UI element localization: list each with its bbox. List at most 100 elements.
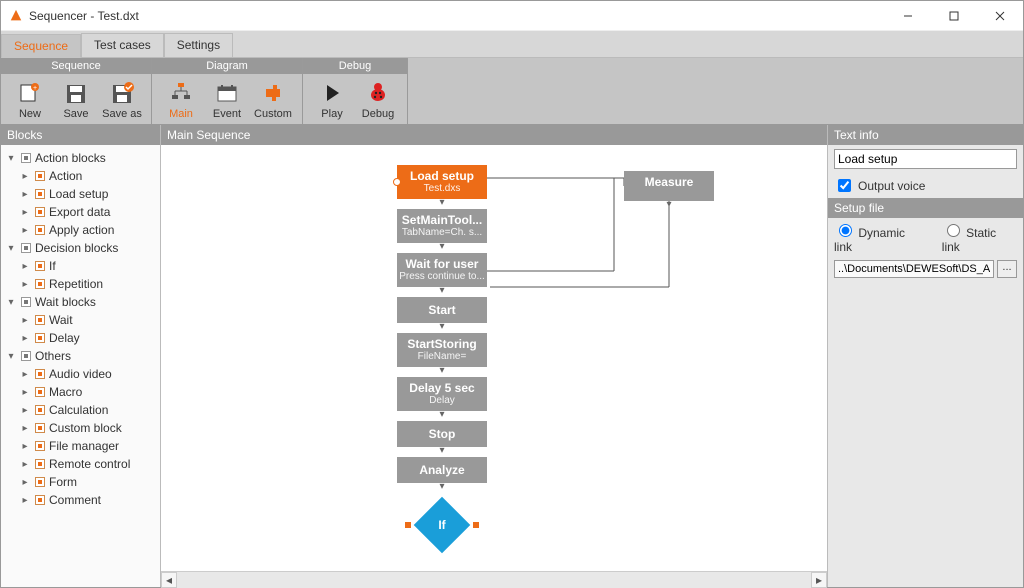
flow-node-wait-for-user[interactable]: Wait for userPress continue to...▾	[397, 253, 487, 287]
flow-node-setmaintool-[interactable]: SetMainTool...TabName=Ch. s...▾	[397, 209, 487, 243]
tree-item-action[interactable]: ▸Action	[1, 167, 160, 185]
ribbon-item-label: Save	[63, 108, 88, 120]
horizontal-scrollbar[interactable]: ◂ ▸	[161, 571, 827, 587]
saveas-icon	[108, 80, 136, 106]
expand-icon[interactable]: ▸	[19, 207, 31, 218]
selection-handle-icon[interactable]	[393, 178, 401, 186]
custom-button[interactable]: Custom	[250, 78, 296, 122]
tree-item-file-manager[interactable]: ▸File manager	[1, 437, 160, 455]
tree-item-macro[interactable]: ▸Macro	[1, 383, 160, 401]
flow-node-analyze[interactable]: Analyze▾	[397, 457, 487, 483]
expand-icon[interactable]: ▸	[19, 315, 31, 326]
main-tabs: SequenceTest casesSettings	[1, 31, 1023, 58]
scroll-right-icon[interactable]: ▸	[811, 572, 827, 588]
expand-icon[interactable]: ▾	[5, 243, 17, 254]
tree-item-delay[interactable]: ▸Delay	[1, 329, 160, 347]
main-body: Blocks ▾Action blocks▸Action▸Load setup▸…	[1, 125, 1023, 587]
ribbon-item-label: Play	[321, 108, 342, 120]
block-icon	[35, 459, 45, 469]
tree-item-decision-blocks[interactable]: ▾ Decision blocks	[1, 239, 160, 257]
expand-icon[interactable]: ▸	[19, 477, 31, 488]
minimize-button[interactable]	[885, 1, 931, 31]
browse-button[interactable]: ...	[997, 260, 1017, 278]
block-icon	[21, 351, 31, 361]
play-button[interactable]: Play	[309, 78, 355, 122]
flow-node-stop[interactable]: Stop▾	[397, 421, 487, 447]
tree-item-action-blocks[interactable]: ▾Action blocks	[1, 149, 160, 167]
block-icon	[35, 225, 45, 235]
setup-file-path-input[interactable]	[834, 260, 994, 278]
expand-icon[interactable]: ▸	[19, 387, 31, 398]
block-icon	[35, 315, 45, 325]
expand-icon[interactable]: ▸	[19, 171, 31, 182]
new-button[interactable]: +New	[7, 78, 53, 122]
tree-item-comment[interactable]: ▸Comment	[1, 491, 160, 509]
tree-item-repetition[interactable]: ▸Repetition	[1, 275, 160, 293]
diamond-label: If	[438, 518, 445, 532]
expand-icon[interactable]: ▾	[5, 153, 17, 164]
tree-item-remote-control[interactable]: ▸Remote control	[1, 455, 160, 473]
expand-icon[interactable]: ▸	[19, 495, 31, 506]
text-info-input[interactable]	[834, 149, 1017, 169]
tree-item-label: Form	[49, 475, 77, 489]
expand-icon[interactable]: ▾	[5, 297, 17, 308]
tree-item-wait-blocks[interactable]: ▾Wait blocks	[1, 293, 160, 311]
flow-node-measure[interactable]: Measure▾	[624, 171, 714, 201]
flow-canvas[interactable]: Load setupTest.dxs▾ Measure▾ SetMainTool..…	[161, 145, 827, 571]
expand-icon[interactable]: ▸	[19, 279, 31, 290]
expand-icon[interactable]: ▸	[19, 405, 31, 416]
expand-icon[interactable]: ▸	[19, 225, 31, 236]
text-info-header: Text info	[828, 125, 1023, 145]
debug-button[interactable]: Debug	[355, 78, 401, 122]
block-icon	[35, 423, 45, 433]
close-button[interactable]	[977, 1, 1023, 31]
canvas-viewport[interactable]: Load setupTest.dxs▾ Measure▾ SetMainTool..…	[161, 145, 827, 571]
ribbon-item-label: Save as	[102, 108, 142, 120]
tree-item-label: Custom block	[49, 421, 122, 435]
tree-item-calculation[interactable]: ▸Calculation	[1, 401, 160, 419]
expand-icon[interactable]: ▸	[19, 261, 31, 272]
block-icon	[35, 333, 45, 343]
flow-node-load-setup[interactable]: Load setupTest.dxs▾	[397, 165, 487, 199]
scroll-left-icon[interactable]: ◂	[161, 572, 177, 588]
tree-item-wait[interactable]: ▸Wait	[1, 311, 160, 329]
dynamic-link-radio[interactable]: Dynamic link	[834, 221, 926, 254]
flow-node-delay-5-sec[interactable]: Delay 5 secDelay▾	[397, 377, 487, 411]
expand-icon[interactable]: ▾	[5, 351, 17, 362]
blocks-tree: ▾Action blocks▸Action▸Load setup▸Export …	[1, 145, 160, 587]
expand-icon[interactable]: ▸	[19, 333, 31, 344]
tree-item-audio-video[interactable]: ▸Audio video	[1, 365, 160, 383]
block-icon	[21, 297, 31, 307]
tree-item-export-data[interactable]: ▸Export data	[1, 203, 160, 221]
tab-settings[interactable]: Settings	[164, 33, 233, 57]
event-button[interactable]: Event	[204, 78, 250, 122]
tree-item-load-setup[interactable]: ▸Load setup	[1, 185, 160, 203]
properties-panel: Text info Output voice Setup file Dynami…	[828, 125, 1023, 587]
save-button[interactable]: Save	[53, 78, 99, 122]
new-icon: +	[16, 80, 44, 106]
expand-icon[interactable]: ▸	[19, 423, 31, 434]
scroll-track[interactable]	[177, 572, 811, 588]
tree-item-apply-action[interactable]: ▸ Apply action	[1, 221, 160, 239]
tree-item-custom-block[interactable]: ▸ Custom block	[1, 419, 160, 437]
flow-node-startstoring[interactable]: StartStoringFileName=▾	[397, 333, 487, 367]
expand-icon[interactable]: ▸	[19, 459, 31, 470]
expand-icon[interactable]: ▸	[19, 441, 31, 452]
tab-sequence[interactable]: Sequence	[1, 34, 81, 58]
main-button[interactable]: Main	[158, 78, 204, 122]
expand-icon[interactable]: ▸	[19, 189, 31, 200]
expand-icon[interactable]: ▸	[19, 369, 31, 380]
output-voice-checkbox[interactable]	[838, 179, 851, 192]
flow-node-if[interactable]: If	[397, 497, 487, 553]
static-link-radio[interactable]: Static link	[942, 221, 1017, 254]
tree-item-label: Apply action	[49, 223, 114, 237]
tab-test-cases[interactable]: Test cases	[81, 33, 164, 57]
tree-item-if[interactable]: ▸If	[1, 257, 160, 275]
output-voice-label[interactable]: Output voice	[858, 179, 925, 193]
flow-node-start[interactable]: Start▾	[397, 297, 487, 323]
tree-item-others[interactable]: ▾Others	[1, 347, 160, 365]
maximize-button[interactable]	[931, 1, 977, 31]
tree-item-label: Decision blocks	[35, 241, 118, 255]
save-as-button[interactable]: Save as	[99, 78, 145, 122]
tree-item-form[interactable]: ▸ Form	[1, 473, 160, 491]
